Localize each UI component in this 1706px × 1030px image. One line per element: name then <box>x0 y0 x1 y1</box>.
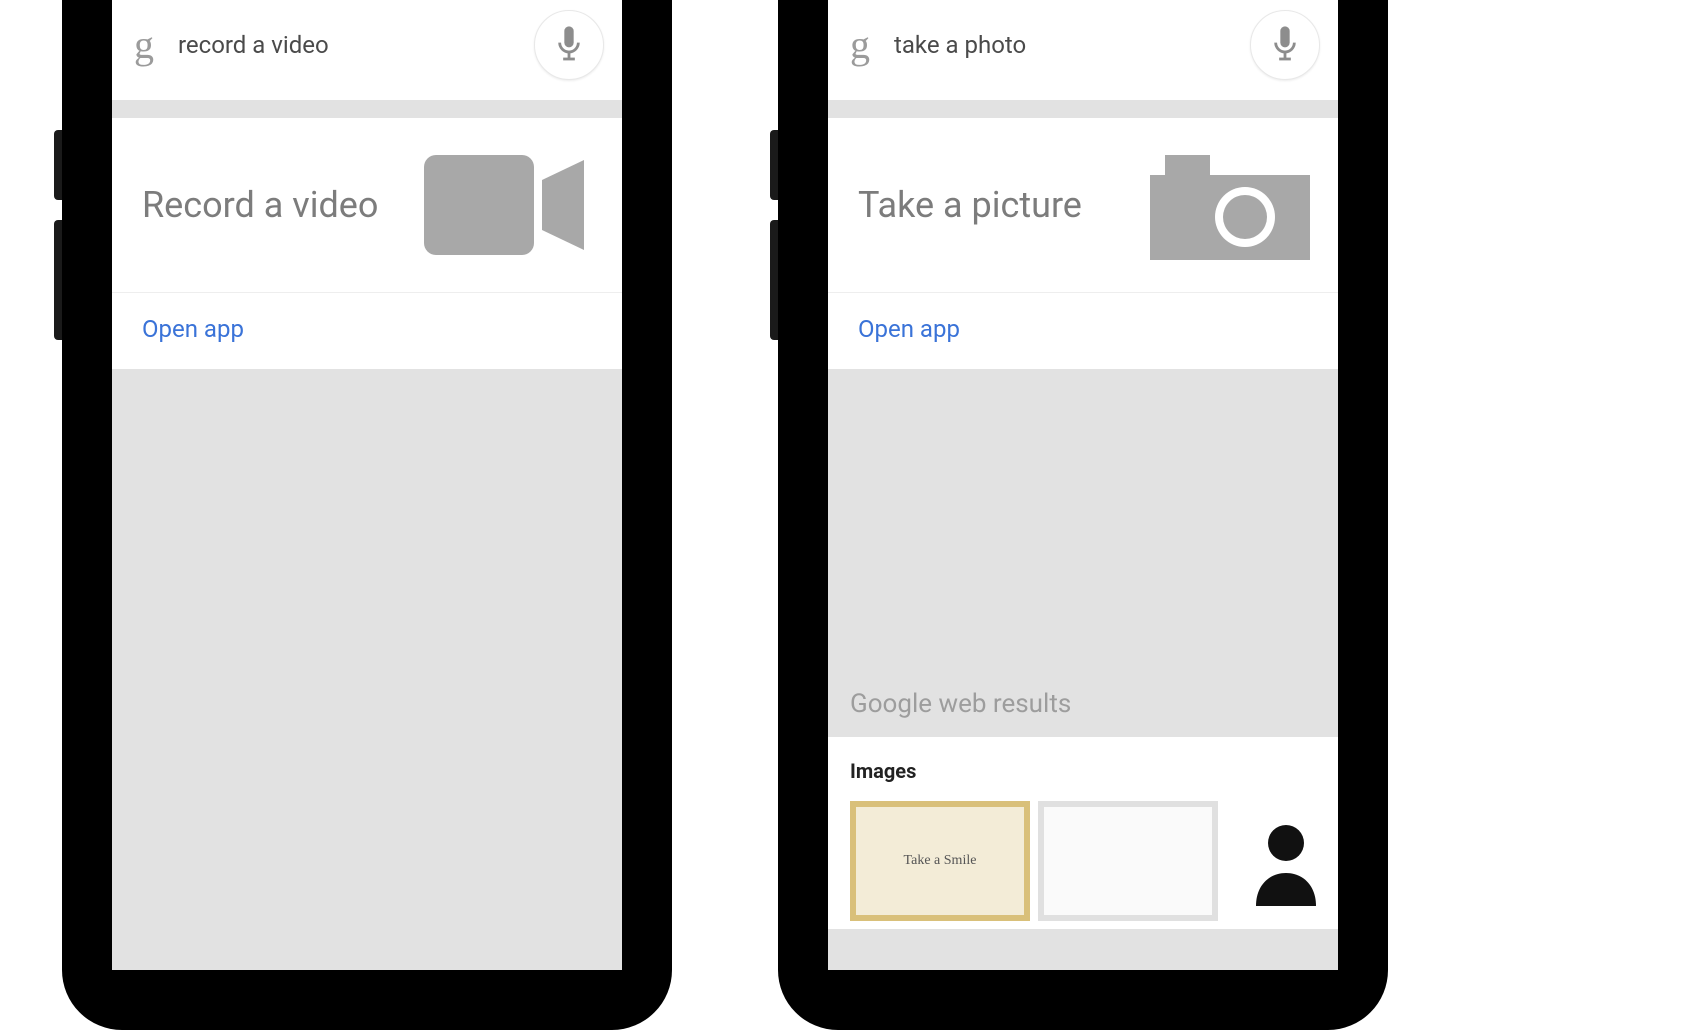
person-silhouette-icon <box>1241 816 1331 906</box>
action-card[interactable]: Take a picture Open app <box>828 118 1338 369</box>
google-g-icon: g <box>134 25 154 65</box>
voice-search-button[interactable] <box>1250 10 1320 80</box>
open-app-row[interactable]: Open app <box>112 293 622 369</box>
phone-frame-right: g take a photo Take a picture <box>778 0 1388 1030</box>
phone-side-button <box>770 130 778 200</box>
search-bar[interactable]: g record a video <box>112 0 622 100</box>
open-app-link[interactable]: Open app <box>142 315 244 343</box>
phone-side-button <box>54 130 62 200</box>
image-result-thumb[interactable] <box>1038 801 1218 921</box>
web-results-label: Google web results <box>828 689 1338 737</box>
action-card[interactable]: Record a video Open app <box>112 118 622 369</box>
microphone-icon <box>1271 26 1299 64</box>
google-g-icon: g <box>850 25 870 65</box>
phone-frame-left: g record a video Record a video <box>62 0 672 1030</box>
camera-icon <box>1140 150 1310 260</box>
action-card-title: Take a picture <box>858 184 1082 226</box>
search-bar[interactable]: g take a photo <box>828 0 1338 100</box>
image-result-thumb[interactable] <box>1226 801 1338 921</box>
results-heading: Images <box>850 759 1316 783</box>
open-app-link[interactable]: Open app <box>858 315 960 343</box>
phone-screen: g take a photo Take a picture <box>828 0 1338 970</box>
web-results-card: Images Take a Smile <box>828 737 1338 929</box>
image-result-thumb[interactable]: Take a Smile <box>850 801 1030 921</box>
search-query-text[interactable]: record a video <box>178 31 534 59</box>
open-app-row[interactable]: Open app <box>828 293 1338 369</box>
image-results-row: Take a Smile <box>850 801 1316 921</box>
video-camera-icon <box>424 150 594 260</box>
phone-side-button <box>770 220 778 340</box>
phone-screen: g record a video Record a video <box>112 0 622 970</box>
voice-search-button[interactable] <box>534 10 604 80</box>
search-query-text[interactable]: take a photo <box>894 31 1250 59</box>
action-card-title: Record a video <box>142 184 378 226</box>
microphone-icon <box>555 26 583 64</box>
phone-side-button <box>54 220 62 340</box>
